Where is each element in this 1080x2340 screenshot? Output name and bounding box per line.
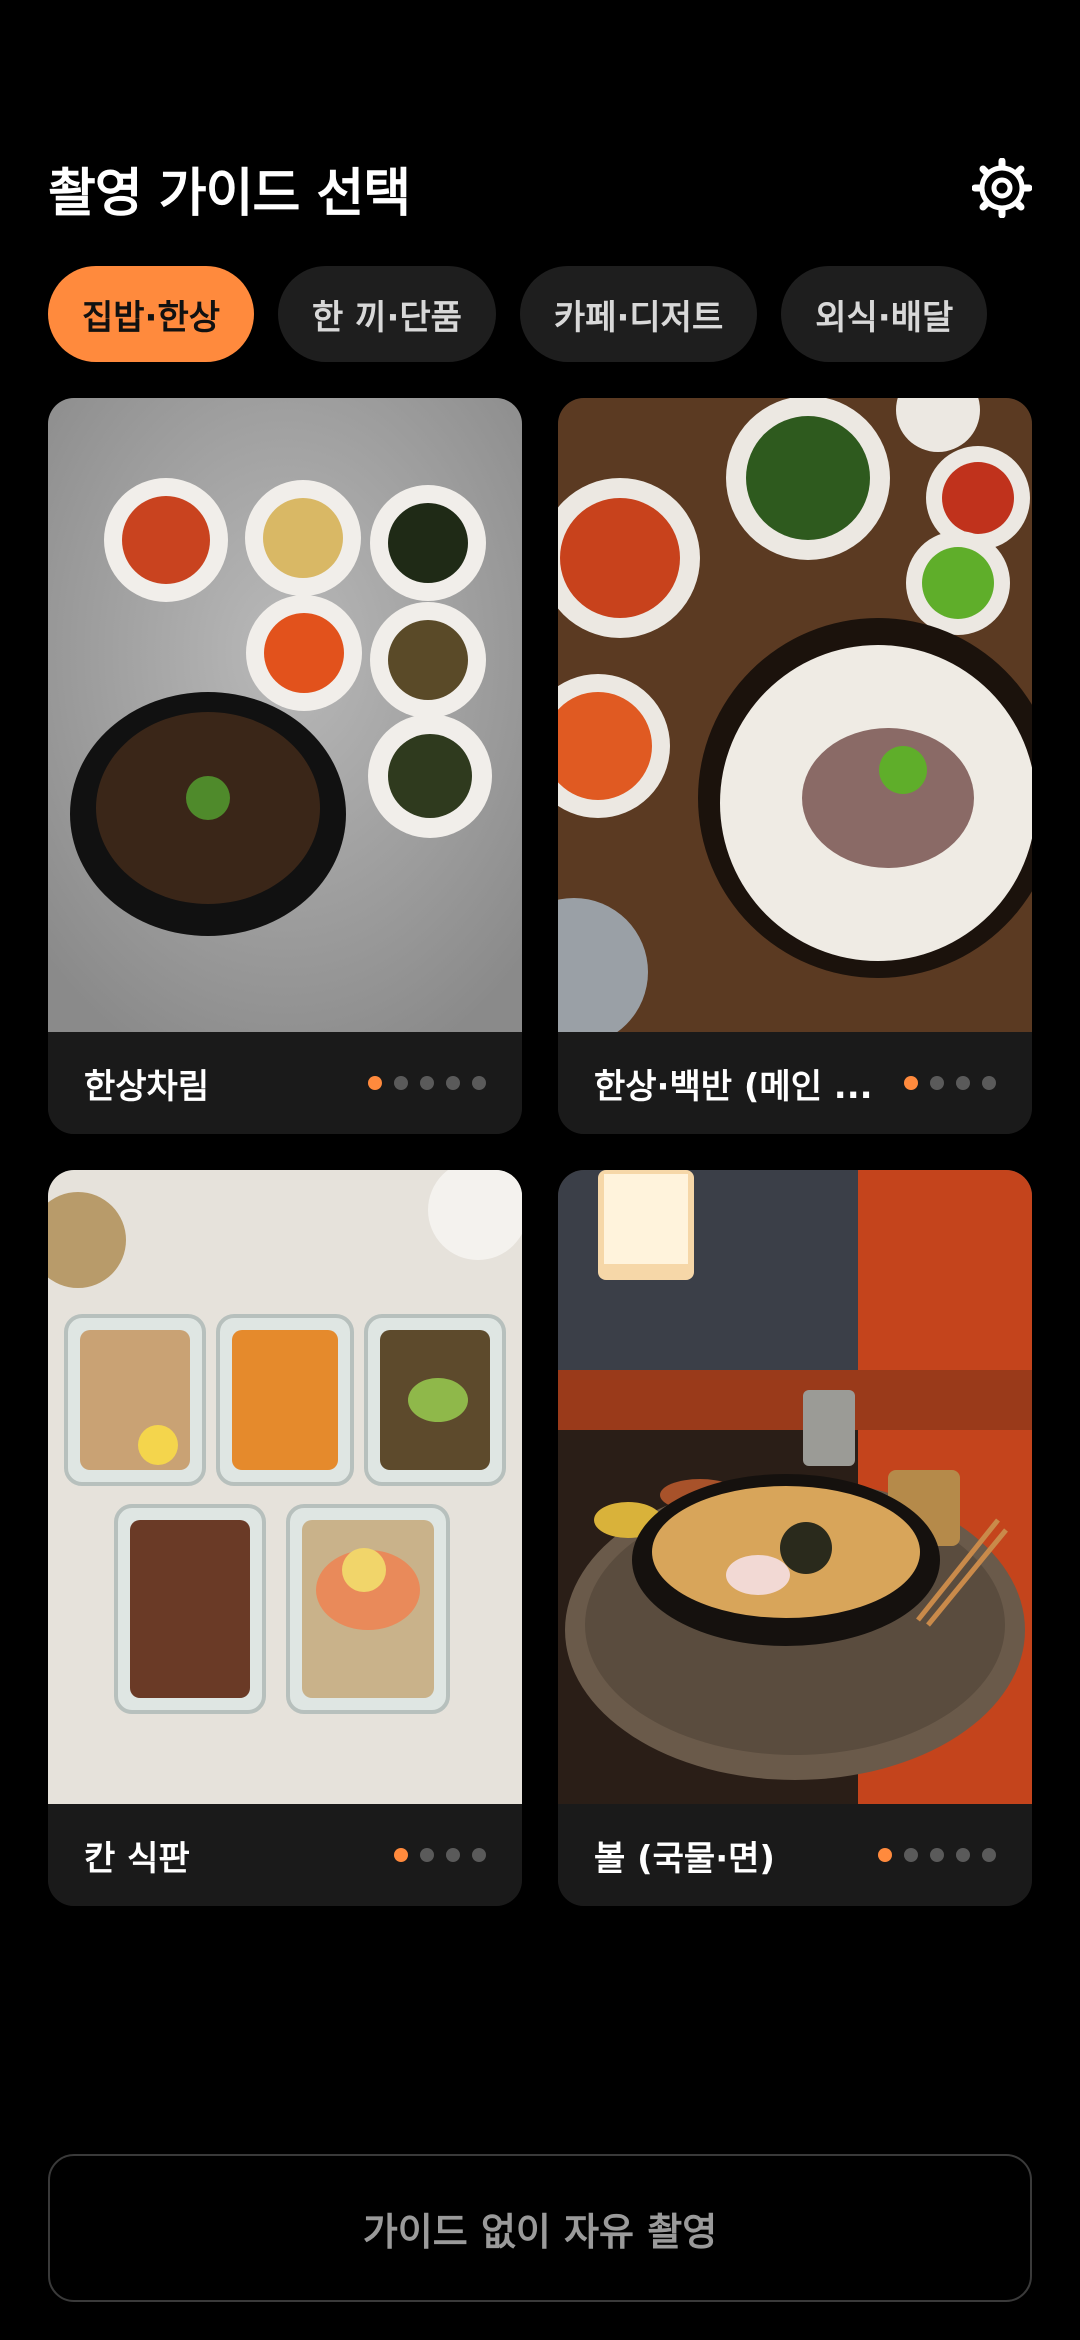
tab-cafe-dessert[interactable]: 카페·디저트 <box>519 266 758 362</box>
page-dot <box>446 1076 460 1090</box>
page-indicator <box>394 1848 486 1862</box>
guide-card-table-setting[interactable]: 한상차림 <box>48 398 522 1134</box>
page-dot <box>472 1848 486 1862</box>
gukbap-banchan-photo <box>558 398 1032 1032</box>
meal-prep-containers-photo <box>48 1170 522 1804</box>
tab-homemade-table[interactable]: 집밥·한상 <box>48 266 255 362</box>
page-dot <box>930 1076 944 1090</box>
page-dot-active <box>904 1076 918 1090</box>
card-footer: 한상·백반 (메인 ... <box>558 1032 1032 1134</box>
page-indicator <box>368 1076 486 1090</box>
card-label: 칸 식판 <box>84 1838 190 1879</box>
page-dot <box>394 1076 408 1090</box>
page-dot <box>904 1848 918 1862</box>
page-dot-active <box>394 1848 408 1862</box>
page-dot <box>982 1076 996 1090</box>
page-dot <box>956 1848 970 1862</box>
card-footer: 칸 식판 <box>48 1804 522 1906</box>
guide-card-meal-tray[interactable]: 칸 식판 <box>48 1170 522 1906</box>
page-title: 촬영 가이드 선택 <box>48 163 411 224</box>
page-dot <box>420 1848 434 1862</box>
page-dot-active <box>368 1076 382 1090</box>
page-dot <box>420 1076 434 1090</box>
tab-dining-delivery[interactable]: 외식·배달 <box>781 266 988 362</box>
guide-card-bowl[interactable]: 볼 (국물·면) <box>558 1170 1032 1906</box>
card-footer: 볼 (국물·면) <box>558 1804 1032 1906</box>
gear-icon[interactable] <box>972 158 1032 218</box>
page-dot <box>930 1848 944 1862</box>
page-dot <box>472 1076 486 1090</box>
page-indicator <box>904 1076 996 1090</box>
page-dot <box>446 1848 460 1862</box>
header: 촬영 가이드 선택 <box>48 150 1032 226</box>
card-label: 한상차림 <box>84 1066 210 1107</box>
page-indicator <box>878 1848 996 1862</box>
card-label: 볼 (국물·면) <box>594 1838 775 1879</box>
free-shoot-button[interactable]: 가이드 없이 자유 촬영 <box>48 2154 1032 2302</box>
category-tabs: 집밥·한상 한 끼·단품 카페·디저트 외식·배달 <box>48 266 1080 362</box>
guide-card-gukbap[interactable]: 한상·백반 (메인 ... <box>558 398 1032 1134</box>
ramen-bowl-photo <box>558 1170 1032 1804</box>
page-dot <box>982 1848 996 1862</box>
page-dot-active <box>878 1848 892 1862</box>
guide-select-screen: 촬영 가이드 선택 집밥·한상 한 끼·단품 카페·디저트 외식·배달 한상차림… <box>0 0 1080 2340</box>
card-label: 한상·백반 (메인 ... <box>594 1066 873 1107</box>
card-footer: 한상차림 <box>48 1032 522 1134</box>
korean-table-setting-photo <box>48 398 522 1032</box>
page-dot <box>956 1076 970 1090</box>
guide-grid: 한상차림 한상·백반 (메인 ... 칸 식판 볼 (국물·면) <box>48 398 1032 1906</box>
tab-single-meal[interactable]: 한 끼·단품 <box>278 266 496 362</box>
